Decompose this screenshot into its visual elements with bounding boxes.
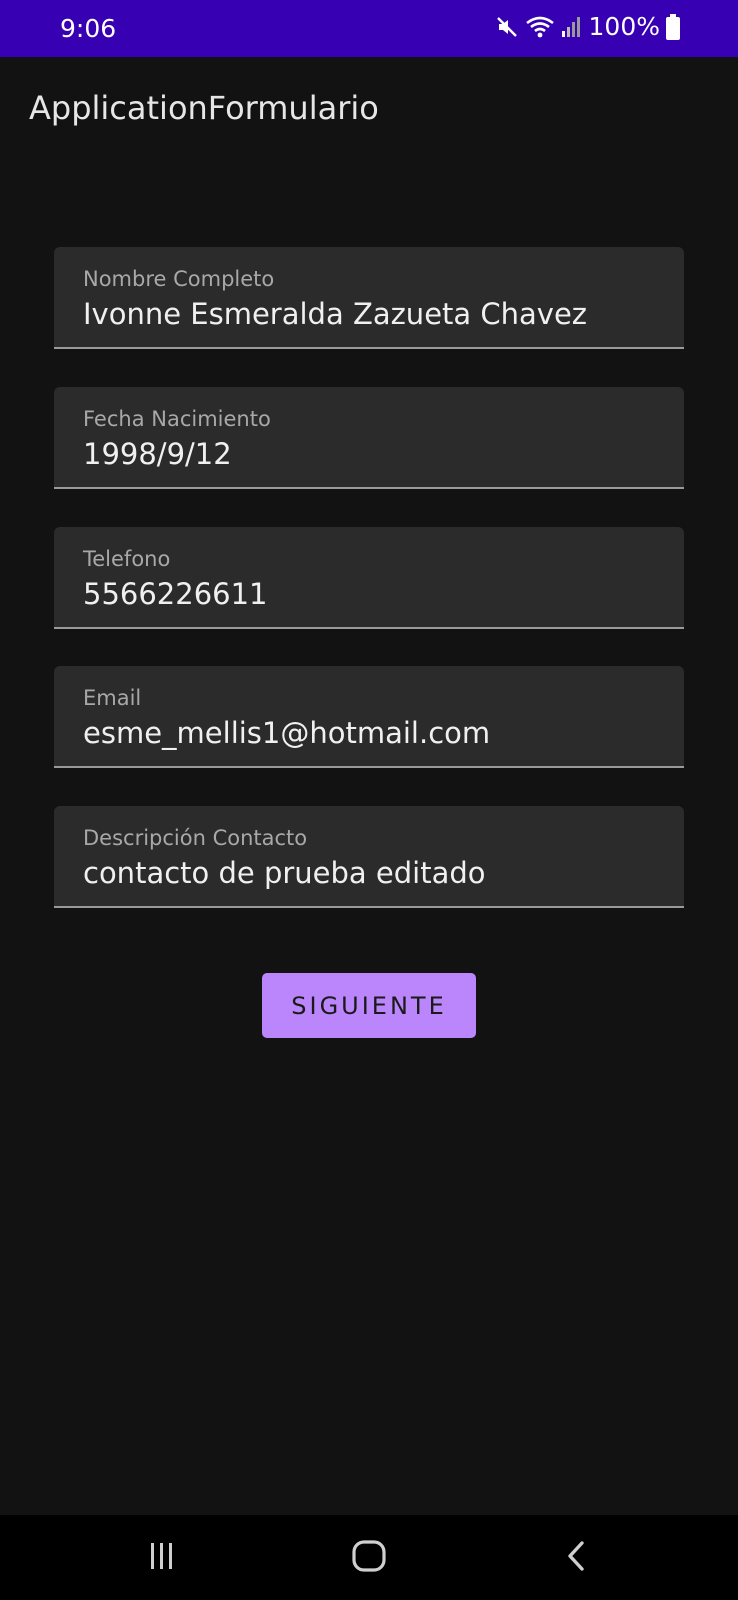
email-value[interactable]: esme_mellis1@hotmail.com (83, 716, 490, 750)
contact-description-value[interactable]: contacto de prueba editado (83, 856, 486, 890)
mute-icon (495, 15, 519, 39)
contact-description-field[interactable]: Descripción Contacto contacto de prueba … (54, 806, 684, 908)
phone-value[interactable]: 5566226611 (83, 577, 268, 611)
back-button[interactable] (546, 1535, 606, 1581)
full-name-label: Nombre Completo (83, 267, 275, 291)
back-icon (564, 1540, 588, 1577)
battery-icon (666, 13, 680, 40)
next-button[interactable]: SIGUIENTE (262, 973, 476, 1038)
status-icons: 100% (495, 12, 680, 41)
app-bar: ApplicationFormulario (0, 57, 738, 162)
contact-description-label: Descripción Contacto (83, 826, 308, 850)
birth-date-value[interactable]: 1998/9/12 (83, 437, 232, 471)
home-icon (351, 1539, 387, 1578)
email-label: Email (83, 686, 142, 710)
full-name-value[interactable]: Ivonne Esmeralda Zazueta Chavez (83, 297, 587, 331)
email-field[interactable]: Email esme_mellis1@hotmail.com (54, 666, 684, 768)
phone-label: Telefono (83, 547, 171, 571)
app-title: ApplicationFormulario (29, 89, 379, 127)
phone-field[interactable]: Telefono 5566226611 (54, 527, 684, 629)
navigation-bar (0, 1515, 738, 1600)
birth-date-field[interactable]: Fecha Nacimiento 1998/9/12 (54, 387, 684, 489)
status-bar: 9:06 100% (0, 0, 738, 57)
full-name-field[interactable]: Nombre Completo Ivonne Esmeralda Zazueta… (54, 247, 684, 349)
recents-icon (146, 1541, 178, 1576)
recents-button[interactable] (132, 1535, 192, 1581)
home-button[interactable] (339, 1535, 399, 1581)
signal-icon (561, 15, 583, 39)
wifi-icon (525, 15, 555, 39)
status-time: 9:06 (60, 14, 117, 43)
birth-date-label: Fecha Nacimiento (83, 407, 271, 431)
battery-percent: 100% (588, 12, 660, 41)
